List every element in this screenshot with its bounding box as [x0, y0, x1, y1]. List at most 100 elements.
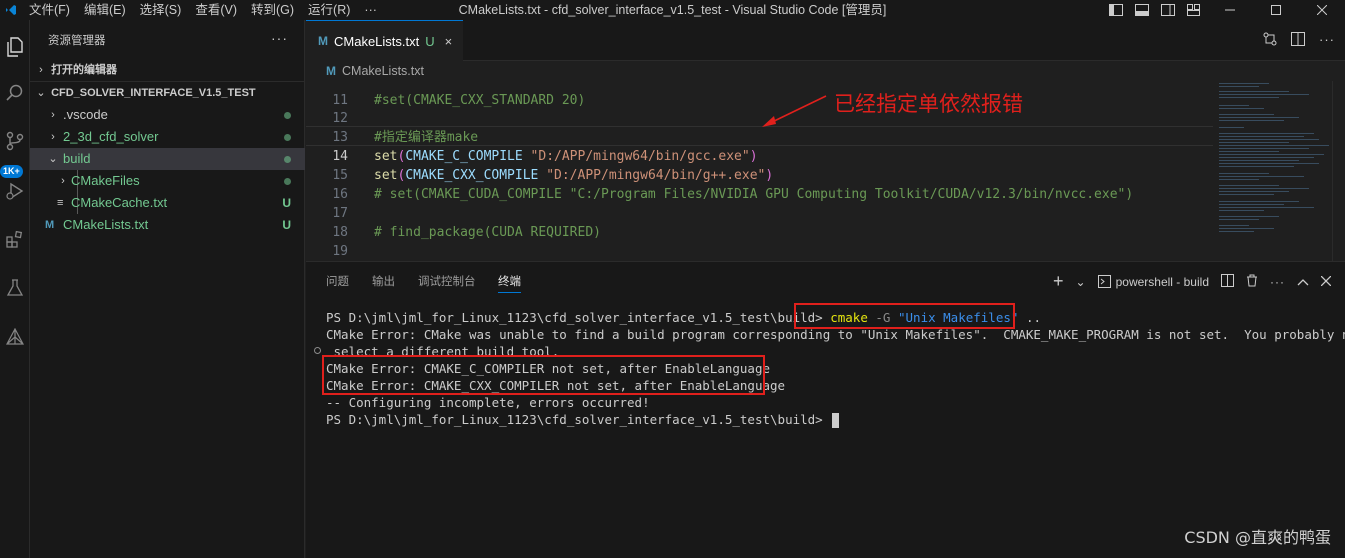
testing-icon[interactable]	[0, 273, 30, 303]
cmake-icon[interactable]	[0, 322, 30, 352]
close-panel-icon[interactable]	[1320, 275, 1332, 289]
more-actions-icon[interactable]: ···	[1270, 275, 1285, 289]
split-editor-icon[interactable]	[1291, 32, 1305, 49]
tab-output[interactable]: 输出	[372, 273, 395, 289]
git-status-untracked: U	[282, 196, 291, 210]
bottom-panel: 问题 输出 调试控制台 终端 + ⌄ powershell - build ··…	[306, 261, 1345, 558]
more-actions-icon[interactable]: ···	[1319, 32, 1335, 49]
open-editors-section[interactable]: › 打开的编辑器	[30, 59, 305, 81]
workspace-label: CFD_SOLVER_INTERFACE_V1.5_TEST	[51, 87, 256, 99]
tree-item-label: 2_3d_cfd_solver	[63, 129, 159, 144]
code-line: 17	[332, 205, 348, 221]
command-decoration-icon[interactable]	[314, 347, 321, 354]
editor-scrollbar[interactable]	[1332, 81, 1345, 261]
cmake-file-icon: M	[326, 64, 336, 78]
files-icon[interactable]	[0, 32, 30, 62]
tree-item-cmakecache[interactable]: ≡ CMakeCache.txt U	[30, 192, 305, 214]
tree-item-label: .vscode	[63, 107, 108, 122]
menu-edit[interactable]: 编辑(E)	[77, 0, 133, 20]
tree-item-cmakelists[interactable]: M CMakeLists.txt U	[30, 214, 305, 236]
chevron-right-icon: ›	[51, 131, 55, 143]
terminal-name: powershell - build	[1115, 274, 1209, 289]
menu-selection[interactable]: 选择(S)	[133, 0, 189, 20]
toggle-primary-sidebar-icon[interactable]	[1103, 0, 1129, 20]
breadcrumb-file[interactable]: CMakeLists.txt	[342, 64, 424, 78]
menu-view[interactable]: 查看(V)	[188, 0, 244, 20]
menu-go[interactable]: 转到(G)	[244, 0, 301, 20]
tree-item-build[interactable]: ⌄ build	[30, 148, 305, 170]
code-line: 19	[332, 243, 348, 259]
chevron-down-icon: ⌄	[48, 153, 58, 165]
tab-label: CMakeLists.txt	[334, 33, 420, 49]
tab-problems[interactable]: 问题	[326, 273, 349, 289]
tree-item-cmakefiles[interactable]: › CMakeFiles	[30, 170, 305, 192]
code-line: 16 # set(CMAKE_CUDA_COMPILE "C:/Program F…	[332, 186, 1134, 202]
tree-item-vscode[interactable]: › .vscode	[30, 104, 305, 126]
git-status-untracked: U	[282, 218, 291, 232]
git-status-dot	[284, 170, 291, 192]
source-control-icon[interactable]	[0, 126, 30, 156]
terminal-cursor	[832, 413, 840, 428]
tree-item-2-3d-cfd-solver[interactable]: › 2_3d_cfd_solver	[30, 126, 305, 148]
maximize-icon	[1271, 5, 1281, 15]
highlight-box-command	[794, 303, 1015, 329]
watermark: CSDN @直爽的鸭蛋	[1184, 528, 1331, 547]
tab-debug-console[interactable]: 调试控制台	[418, 273, 476, 289]
title-bar: 文件(F) 编辑(E) 选择(S) 查看(V) 转到(G) 运行(R) ··· …	[0, 0, 1345, 20]
terminal-selector[interactable]: powershell - build	[1097, 274, 1209, 289]
tree-item-label: CMakeLists.txt	[63, 217, 149, 232]
explorer-more-button[interactable]: ···	[271, 30, 288, 46]
tab-git-status: U	[425, 33, 435, 49]
terminal-icon	[1097, 275, 1111, 288]
minimap[interactable]	[1213, 81, 1332, 261]
menu-run[interactable]: 运行(R)	[301, 0, 357, 20]
search-icon[interactable]	[0, 78, 30, 108]
git-status-dot	[284, 148, 291, 170]
code-line: 15 set(CMAKE_CXX_COMPILE "D:/APP/mingw64/…	[332, 167, 774, 183]
close-icon	[1317, 5, 1327, 15]
close-button[interactable]	[1299, 0, 1345, 20]
minimize-icon	[1225, 9, 1235, 11]
workspace-section[interactable]: ⌄ CFD_SOLVER_INTERFACE_V1.5_TEST	[30, 82, 305, 104]
minimize-button[interactable]	[1207, 0, 1253, 20]
breadcrumb[interactable]: M CMakeLists.txt	[306, 61, 1345, 81]
chevron-down-icon[interactable]: ⌄	[1076, 275, 1086, 289]
tree-item-label: CMakeFiles	[71, 173, 140, 188]
tree-item-label: build	[63, 151, 91, 166]
chevron-right-icon: ›	[39, 64, 43, 76]
activity-bar: 1K+	[0, 20, 30, 558]
code-line: 18 # find_package(CUDA REQUIRED)	[332, 224, 601, 240]
customize-layout-icon[interactable]	[1181, 0, 1207, 20]
extensions-icon[interactable]	[0, 224, 30, 254]
maximize-panel-icon[interactable]	[1297, 275, 1309, 289]
cmake-file-icon: M	[45, 219, 55, 231]
tab-terminal[interactable]: 终端	[498, 273, 521, 293]
tab-cmakelists[interactable]: M CMakeLists.txt U ×	[306, 20, 463, 61]
trash-icon[interactable]	[1246, 274, 1258, 290]
open-changes-icon[interactable]	[1263, 32, 1277, 49]
terminal-line: PS D:\jml\jml_for_Linux_1123\cfd_solver_…	[326, 411, 840, 428]
cmake-file-icon: M	[318, 34, 328, 48]
toggle-panel-icon[interactable]	[1129, 0, 1155, 20]
split-terminal-icon[interactable]	[1221, 273, 1234, 290]
explorer-sidebar: 资源管理器 ··· › 打开的编辑器 ⌄ CFD_SOLVER_INTERFAC…	[30, 20, 305, 558]
editor-tabs: M CMakeLists.txt U × ···	[306, 20, 1345, 61]
close-tab-icon[interactable]: ×	[445, 34, 453, 49]
git-status-dot	[284, 126, 291, 148]
menu-more[interactable]: ···	[357, 0, 384, 20]
annotation-text: 已经指定单依然报错	[834, 92, 1023, 116]
toggle-secondary-sidebar-icon[interactable]	[1155, 0, 1181, 20]
chevron-right-icon: ›	[61, 175, 65, 187]
text-file-icon: ≡	[57, 197, 64, 209]
highlight-box-errors	[322, 355, 765, 395]
annotation-arrow	[762, 95, 827, 127]
tree-item-label: CMakeCache.txt	[71, 195, 168, 210]
open-editors-label: 打开的编辑器	[51, 64, 118, 76]
code-line: 20	[306, 241, 1213, 261]
explorer-title: 资源管理器	[48, 35, 106, 47]
run-debug-icon[interactable]	[0, 176, 30, 206]
new-terminal-icon[interactable]: +	[1053, 271, 1064, 292]
git-status-dot	[284, 104, 291, 126]
menu-file[interactable]: 文件(F)	[22, 0, 77, 20]
maximize-button[interactable]	[1253, 0, 1299, 20]
